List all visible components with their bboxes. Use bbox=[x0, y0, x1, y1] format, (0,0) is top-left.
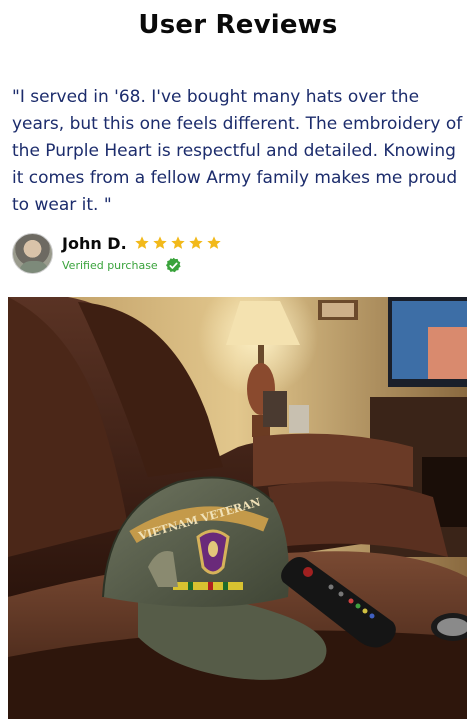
verified-purchase-label: Verified purchase bbox=[62, 259, 158, 272]
reviewer-name: John D. bbox=[62, 234, 127, 253]
star-icon bbox=[171, 236, 185, 249]
reviewer-info: John D. Verified purchase bbox=[12, 232, 312, 276]
review-photo: VIETNAM VETERAN bbox=[8, 297, 467, 719]
avatar bbox=[12, 233, 53, 274]
star-icon bbox=[189, 236, 203, 249]
verified-check-icon bbox=[165, 257, 181, 273]
star-icon bbox=[207, 236, 221, 249]
star-rating bbox=[134, 235, 222, 253]
star-icon bbox=[135, 236, 149, 249]
star-icon bbox=[153, 236, 167, 249]
page-title: User Reviews bbox=[138, 10, 338, 40]
review-quote: "I served in '68. I've bought many hats … bbox=[12, 87, 463, 215]
